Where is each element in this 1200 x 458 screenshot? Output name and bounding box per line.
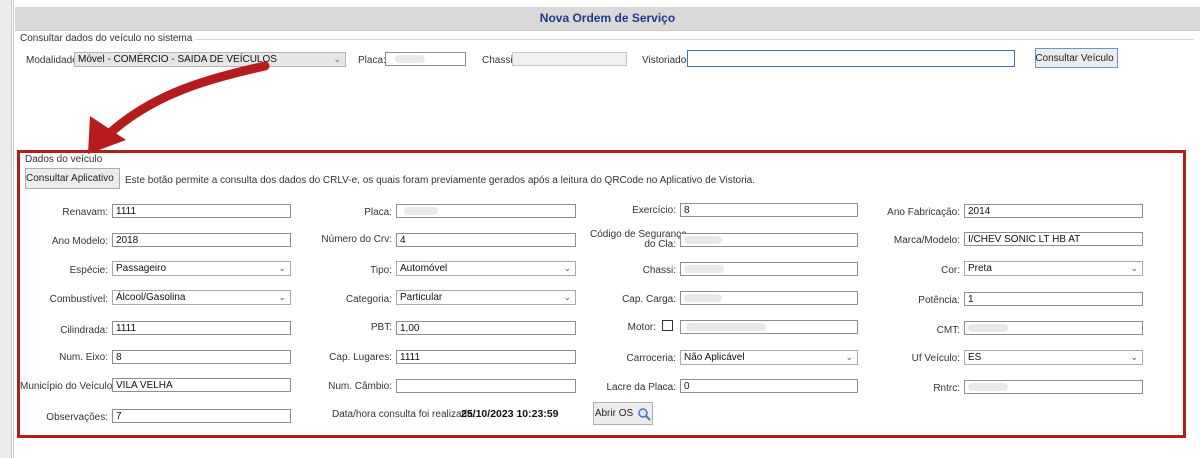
lacre-label: Lacre da Placa: xyxy=(606,382,677,393)
cmt-label: CMT: xyxy=(936,325,960,336)
cor-select[interactable]: Preta ⌄ xyxy=(964,261,1143,276)
rntrc-input[interactable] xyxy=(964,380,1143,394)
magnifier-icon xyxy=(117,178,119,180)
placa-input[interactable] xyxy=(385,52,466,66)
pbt-label: PBT: xyxy=(370,322,392,333)
categoria-label: Categoria: xyxy=(345,294,392,305)
marca-input[interactable]: I/CHEV SONIC LT HB AT xyxy=(964,232,1143,246)
numero-crv-label: Número do Crv: xyxy=(321,234,392,245)
cmt-input[interactable] xyxy=(964,321,1143,335)
window-title: Nova Ordem de Serviço xyxy=(539,11,676,25)
chevron-down-icon: ⌄ xyxy=(278,292,286,302)
abrir-os-button[interactable]: Abrir OS xyxy=(593,402,653,425)
codigo-seg-label: Código de Segurança do Cla: xyxy=(590,229,687,250)
carroceria-label: Carroceria: xyxy=(626,353,676,364)
cap-lugares-label: Cap. Lugares: xyxy=(329,352,392,363)
cap-lugares-input[interactable]: 1111 xyxy=(396,350,576,364)
placa-label: Placa: xyxy=(358,55,386,66)
data-hora-value: 25/10/2023 10:23:59 xyxy=(461,408,559,420)
left-divider xyxy=(13,0,14,458)
chevron-down-icon: ⌄ xyxy=(563,263,571,273)
exercicio-label: Exercício: xyxy=(632,205,676,216)
exercicio-input[interactable]: 8 xyxy=(680,203,858,217)
uf-select[interactable]: ES ⌄ xyxy=(964,350,1143,365)
placa2-label: Placa: xyxy=(364,207,392,218)
left-border xyxy=(0,0,12,458)
chevron-down-icon: ⌄ xyxy=(1130,263,1138,273)
red-arrow-annotation xyxy=(88,61,270,154)
numero-crv-input[interactable]: 4 xyxy=(396,233,576,247)
cilindrada-label: Cilindrada: xyxy=(60,325,108,336)
vistoriador-input[interactable] xyxy=(687,50,1015,67)
chevron-down-icon: ⌄ xyxy=(563,292,571,302)
observacoes-input[interactable]: 7 xyxy=(112,409,291,423)
consultar-veiculo-button[interactable]: Consultar Veículo xyxy=(1035,48,1118,68)
vistoriador-label: Vistoriador: xyxy=(642,55,693,66)
motor-label: Motor: xyxy=(627,322,656,333)
rntrc-label: Rntrc: xyxy=(933,383,960,394)
categoria-select[interactable]: Particular ⌄ xyxy=(396,290,576,305)
magnifier-icon xyxy=(638,407,651,421)
num-cambio-input[interactable] xyxy=(396,379,576,393)
chevron-down-icon: ⌄ xyxy=(1130,352,1138,362)
ano-modelo-input[interactable]: 2018 xyxy=(112,233,291,247)
municipio-input[interactable]: VILA VELHA xyxy=(112,378,291,392)
num-eixo-label: Num. Eixo: xyxy=(59,352,108,363)
chassi-label: Chassi: xyxy=(482,55,516,66)
lacre-input[interactable]: 0 xyxy=(680,379,858,393)
cilindrada-input[interactable]: 1111 xyxy=(112,321,291,335)
tipo-label: Tipo: xyxy=(370,265,392,276)
data-hora-label: Data/hora consulta foi realizada: xyxy=(332,409,476,420)
chevron-down-icon: ⌄ xyxy=(333,54,341,64)
codigo-seg-input[interactable] xyxy=(680,233,858,247)
placa2-input[interactable] xyxy=(396,204,576,218)
chassi2-label: Chassi: xyxy=(642,265,676,276)
tipo-select[interactable]: Automóvel ⌄ xyxy=(396,261,576,276)
municipio-label: Município do Veículo: xyxy=(20,381,116,392)
chassi2-input[interactable] xyxy=(680,262,858,276)
cor-label: Cor: xyxy=(941,265,960,276)
pbt-input[interactable]: 1,00 xyxy=(396,321,576,335)
especie-select[interactable]: Passageiro ⌄ xyxy=(112,261,291,276)
ano-fab-label: Ano Fabricação: xyxy=(887,207,960,218)
uf-label: Uf Veículo: xyxy=(911,353,960,364)
cap-carga-label: Cap. Carga: xyxy=(622,294,676,305)
marca-label: Marca/Modelo: xyxy=(893,235,960,246)
renavam-label: Renavam: xyxy=(62,207,108,218)
chevron-down-icon: ⌄ xyxy=(278,263,286,273)
chassi-input[interactable] xyxy=(512,52,627,66)
motor-checkbox[interactable] xyxy=(662,320,673,331)
carroceria-select[interactable]: Não Aplicável ⌄ xyxy=(680,350,858,365)
potencia-label: Potência: xyxy=(918,295,960,306)
num-cambio-label: Num. Câmbio: xyxy=(328,381,392,392)
info-text: Este botão permite a consulta dos dados … xyxy=(125,175,755,186)
potencia-input[interactable]: 1 xyxy=(964,292,1143,306)
renavam-input[interactable]: 1111 xyxy=(112,204,291,218)
consulta-section-label: Consultar dados do veículo no sistema xyxy=(20,33,196,44)
chevron-down-icon: ⌄ xyxy=(845,352,853,362)
motor-input[interactable] xyxy=(680,320,858,334)
especie-label: Espécie: xyxy=(69,265,108,276)
num-eixo-input[interactable]: 8 xyxy=(112,350,291,364)
ano-fab-input[interactable]: 2014 xyxy=(964,204,1143,218)
consulta-group-border xyxy=(24,39,1194,40)
cap-carga-input[interactable] xyxy=(680,291,858,305)
combustivel-label: Combustível: xyxy=(49,294,108,305)
combustivel-select[interactable]: Álcool/Gasolina ⌄ xyxy=(112,290,291,305)
ano-modelo-label: Ano Modelo: xyxy=(51,236,108,247)
consultar-aplicativo-button[interactable]: Consultar Aplicativo xyxy=(25,168,120,189)
observacoes-label: Observações: xyxy=(46,412,108,423)
